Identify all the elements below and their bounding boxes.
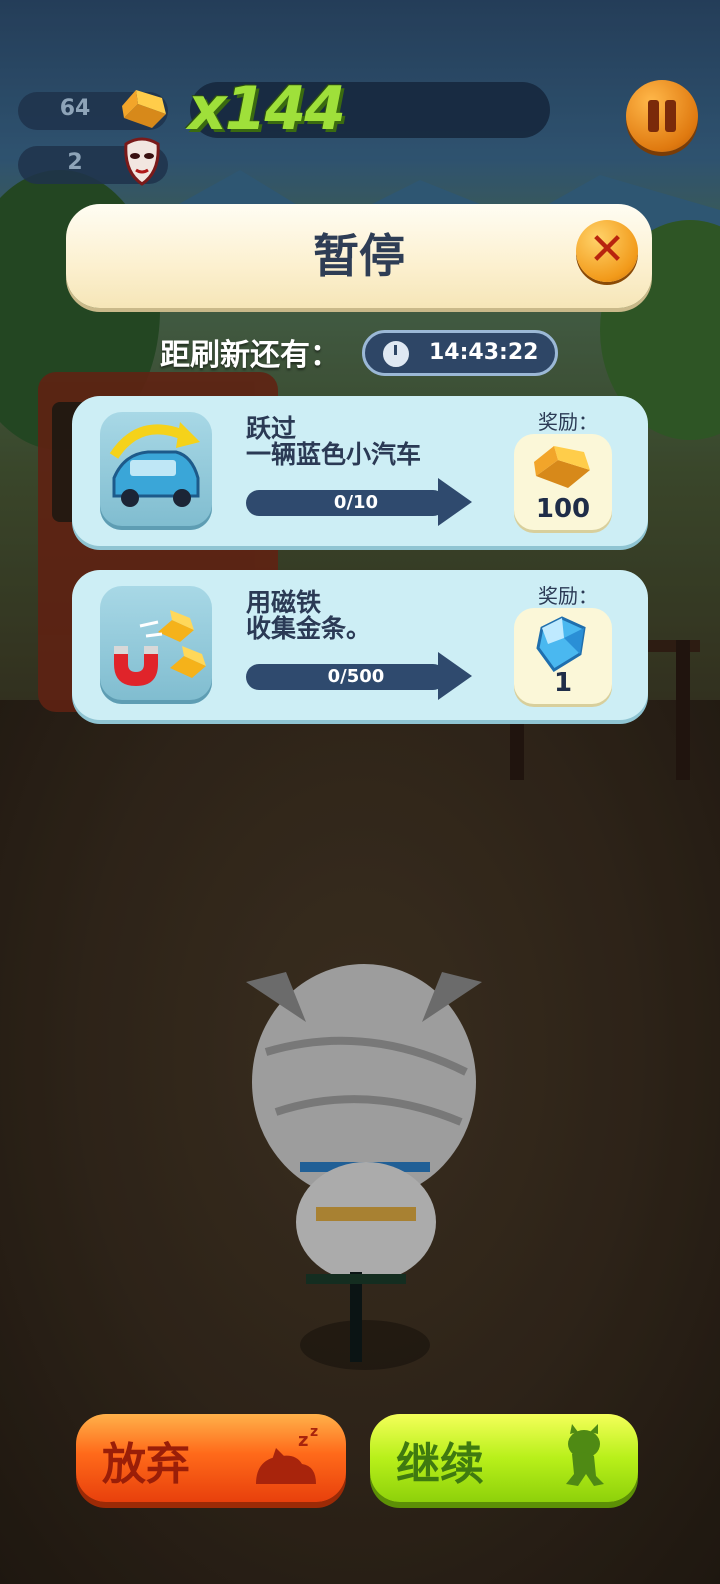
continue-button[interactable]: 继续 — [370, 1414, 638, 1502]
blue-car-jump-icon — [109, 422, 200, 507]
mission-progress-bar: 0/500 — [246, 664, 446, 690]
mission-icon-tile — [100, 586, 212, 704]
svg-text:z: z — [310, 1424, 318, 1440]
reward-value: 1 — [553, 668, 573, 698]
close-icon: ✕ — [588, 224, 626, 275]
mask-icon — [124, 137, 160, 186]
continue-button-label: 继续 — [396, 1439, 484, 1490]
mission-icon-tile — [100, 412, 212, 530]
running-cat-icon — [566, 1424, 604, 1486]
diamond-icon — [536, 616, 586, 672]
reward-value: 100 — [535, 494, 591, 524]
reward-label: 奖励： — [538, 584, 598, 608]
magnet-gold-icon — [114, 610, 206, 686]
refresh-timer: 14:43:22 — [362, 330, 558, 376]
progress-arrow-icon — [438, 652, 472, 700]
mission-description: 用磁铁 收集金条。 — [246, 588, 372, 643]
sleeping-cat-icon: z z — [256, 1424, 318, 1484]
mission-progress-text: 0/500 — [327, 666, 385, 687]
gold-bar-icon — [534, 446, 590, 488]
gold-count: 64 — [59, 96, 91, 121]
clock-icon — [381, 339, 411, 369]
reward-box: 100 — [514, 434, 612, 530]
mission-description: 跃过 一辆蓝色小汽车 — [246, 414, 422, 469]
mission-card: 跃过 一辆蓝色小汽车 0/10 奖励： 100 — [72, 396, 648, 546]
gold-bar-icon — [122, 90, 166, 128]
close-button[interactable]: ✕ — [576, 220, 638, 282]
mission-card: 用磁铁 收集金条。 0/500 奖励： 1 — [72, 570, 648, 720]
reward-box: 1 — [514, 608, 612, 704]
pause-title-banner: 暂停 — [66, 204, 652, 308]
mission-progress-text: 0/10 — [333, 492, 379, 513]
pause-button[interactable] — [626, 80, 698, 152]
progress-arrow-icon — [438, 478, 472, 526]
quit-button[interactable]: 放弃 z z — [76, 1414, 346, 1502]
score-multiplier: x144 — [188, 74, 346, 144]
mission-progress-bar: 0/10 — [246, 490, 446, 516]
reward-label: 奖励： — [538, 410, 598, 434]
svg-text:z: z — [298, 1430, 308, 1451]
mask-count: 2 — [67, 150, 83, 175]
pause-title: 暂停 — [313, 229, 405, 283]
quit-button-label: 放弃 — [102, 1439, 190, 1490]
refresh-countdown-label: 距刷新还有： — [160, 338, 340, 373]
refresh-timer-text: 14:43:22 — [429, 340, 539, 365]
